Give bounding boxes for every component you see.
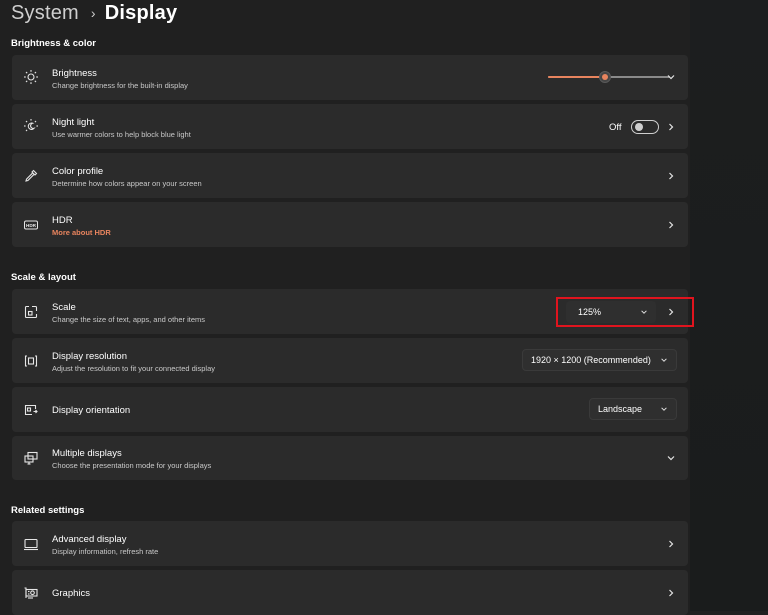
resolution-icon [22, 352, 40, 370]
toggle-knob [635, 123, 643, 131]
chevron-right-icon[interactable] [666, 539, 676, 549]
color-profile-description: Determine how colors appear on your scre… [52, 179, 202, 188]
hdr-more-link[interactable]: More about HDR [52, 227, 111, 238]
svg-text:HDR: HDR [26, 223, 37, 228]
night-light-state-label: Off [609, 122, 622, 133]
brightness-slider[interactable] [548, 71, 670, 83]
graphics-card[interactable]: Graphics [12, 570, 688, 615]
page-title: Display [104, 1, 178, 24]
scale-description: Change the size of text, apps, and other… [52, 315, 206, 324]
chevron-down-icon[interactable] [666, 453, 676, 463]
chevron-down-icon[interactable] [666, 72, 676, 82]
night-light-toggle[interactable] [631, 120, 659, 134]
resolution-value: 1920 × 1200 (Recommended) [531, 355, 651, 365]
brightness-card[interactable]: Brightness Change brightness for the bui… [12, 55, 688, 100]
breadcrumb: System › Display [11, 0, 177, 30]
night-light-icon [22, 117, 40, 135]
chevron-right-icon[interactable] [666, 122, 676, 132]
multiple-displays-icon [22, 449, 40, 467]
chevron-down-icon [660, 405, 668, 413]
multiple-displays-title: Multiple displays [52, 448, 122, 459]
hdr-icon: HDR [22, 216, 40, 234]
orientation-dropdown[interactable]: Landscape [589, 398, 677, 420]
display-orientation-title: Display orientation [52, 405, 131, 416]
chevron-right-icon[interactable] [666, 588, 676, 598]
hdr-title: HDR [52, 215, 73, 226]
display-orientation-card[interactable]: Display orientation Landscape [12, 387, 688, 432]
night-light-title: Night light [52, 117, 95, 128]
advanced-display-card[interactable]: Advanced display Display information, re… [12, 521, 688, 566]
brightness-slider-fill [548, 76, 606, 78]
scale-icon [22, 303, 40, 321]
brightness-slider-thumb[interactable] [599, 71, 612, 83]
hdr-card[interactable]: HDR HDR More about HDR [12, 202, 688, 247]
multiple-displays-description: Choose the presentation mode for your di… [52, 461, 212, 470]
brightness-description: Change brightness for the built-in displ… [52, 81, 188, 90]
chevron-down-icon [660, 356, 668, 364]
scale-highlight-box [556, 297, 694, 327]
color-profile-card[interactable]: Color profile Determine how colors appea… [12, 153, 688, 198]
section-title-scale-layout: Scale & layout [11, 272, 76, 283]
chevron-right-icon[interactable] [666, 220, 676, 230]
chevron-right-icon[interactable] [666, 171, 676, 181]
orientation-value: Landscape [598, 404, 643, 414]
display-resolution-description: Adjust the resolution to fit your connec… [52, 364, 216, 373]
brightness-title: Brightness [52, 68, 97, 79]
display-resolution-card[interactable]: Display resolution Adjust the resolution… [12, 338, 688, 383]
breadcrumb-system[interactable]: System [11, 2, 79, 25]
eyedropper-icon [22, 167, 40, 185]
advanced-display-title: Advanced display [52, 534, 127, 545]
night-light-card[interactable]: Night light Use warmer colors to help bl… [12, 104, 688, 149]
resolution-dropdown[interactable]: 1920 × 1200 (Recommended) [522, 349, 677, 371]
monitor-icon [22, 535, 40, 553]
section-title-brightness-color: Brightness & color [11, 38, 96, 49]
advanced-display-description: Display information, refresh rate [52, 547, 159, 556]
scale-title: Scale [52, 302, 76, 313]
color-profile-title: Color profile [52, 166, 104, 177]
window-background-edge [690, 0, 768, 611]
breadcrumb-separator: › [90, 5, 96, 21]
graphics-card-icon [22, 584, 40, 602]
night-light-description: Use warmer colors to help block blue lig… [52, 130, 191, 139]
section-title-related-settings: Related settings [11, 505, 85, 516]
sun-icon [22, 68, 40, 86]
display-resolution-title: Display resolution [52, 351, 127, 362]
orientation-icon [22, 401, 40, 419]
graphics-title: Graphics [52, 588, 91, 599]
multiple-displays-card[interactable]: Multiple displays Choose the presentatio… [12, 436, 688, 480]
